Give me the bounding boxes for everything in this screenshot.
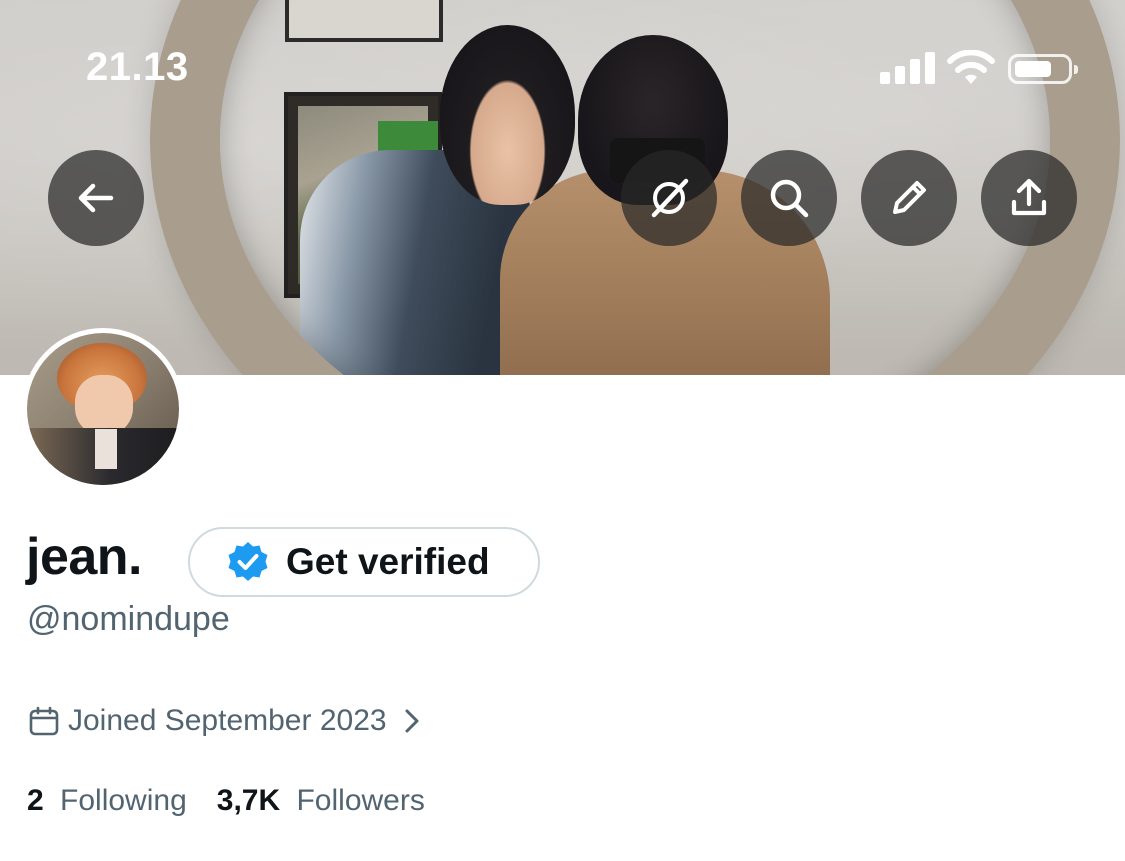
following-link[interactable]: 2 Following [27,784,187,818]
share-button[interactable] [981,150,1077,246]
joined-date-row[interactable]: Joined September 2023 [28,700,423,742]
following-count: 2 [27,784,44,817]
followers-link[interactable]: 3,7K Followers [217,784,425,818]
followers-count: 3,7K [216,784,281,817]
battery-icon [1008,54,1078,84]
status-time: 21.13 [86,45,189,89]
pencil-icon [893,181,926,214]
following-label: Following [60,784,187,817]
search-icon [770,179,809,218]
wifi-icon [947,50,995,84]
joined-date-text: Joined September 2023 [68,704,387,737]
search-button[interactable] [741,150,837,246]
follow-stats: 2 Following 3,7K Followers [27,784,425,818]
profile-handle: @nomindupe [27,600,230,638]
arrow-left-icon [78,183,114,213]
get-verified-button[interactable]: Get verified [188,527,540,597]
avatar[interactable] [22,328,184,490]
get-verified-label: Get verified [286,541,490,582]
cellular-signal-icon [880,52,936,84]
edit-button[interactable] [861,150,957,246]
calendar-icon [29,706,59,736]
grok-icon [651,178,689,218]
followers-label: Followers [296,784,425,817]
share-upload-icon [1011,178,1047,216]
back-button[interactable] [48,150,144,246]
verified-badge-icon [228,542,268,581]
grok-button[interactable] [621,150,717,246]
profile-avatar-photo [27,333,179,485]
display-name: jean. [26,528,143,586]
chevron-right-icon [405,709,419,733]
